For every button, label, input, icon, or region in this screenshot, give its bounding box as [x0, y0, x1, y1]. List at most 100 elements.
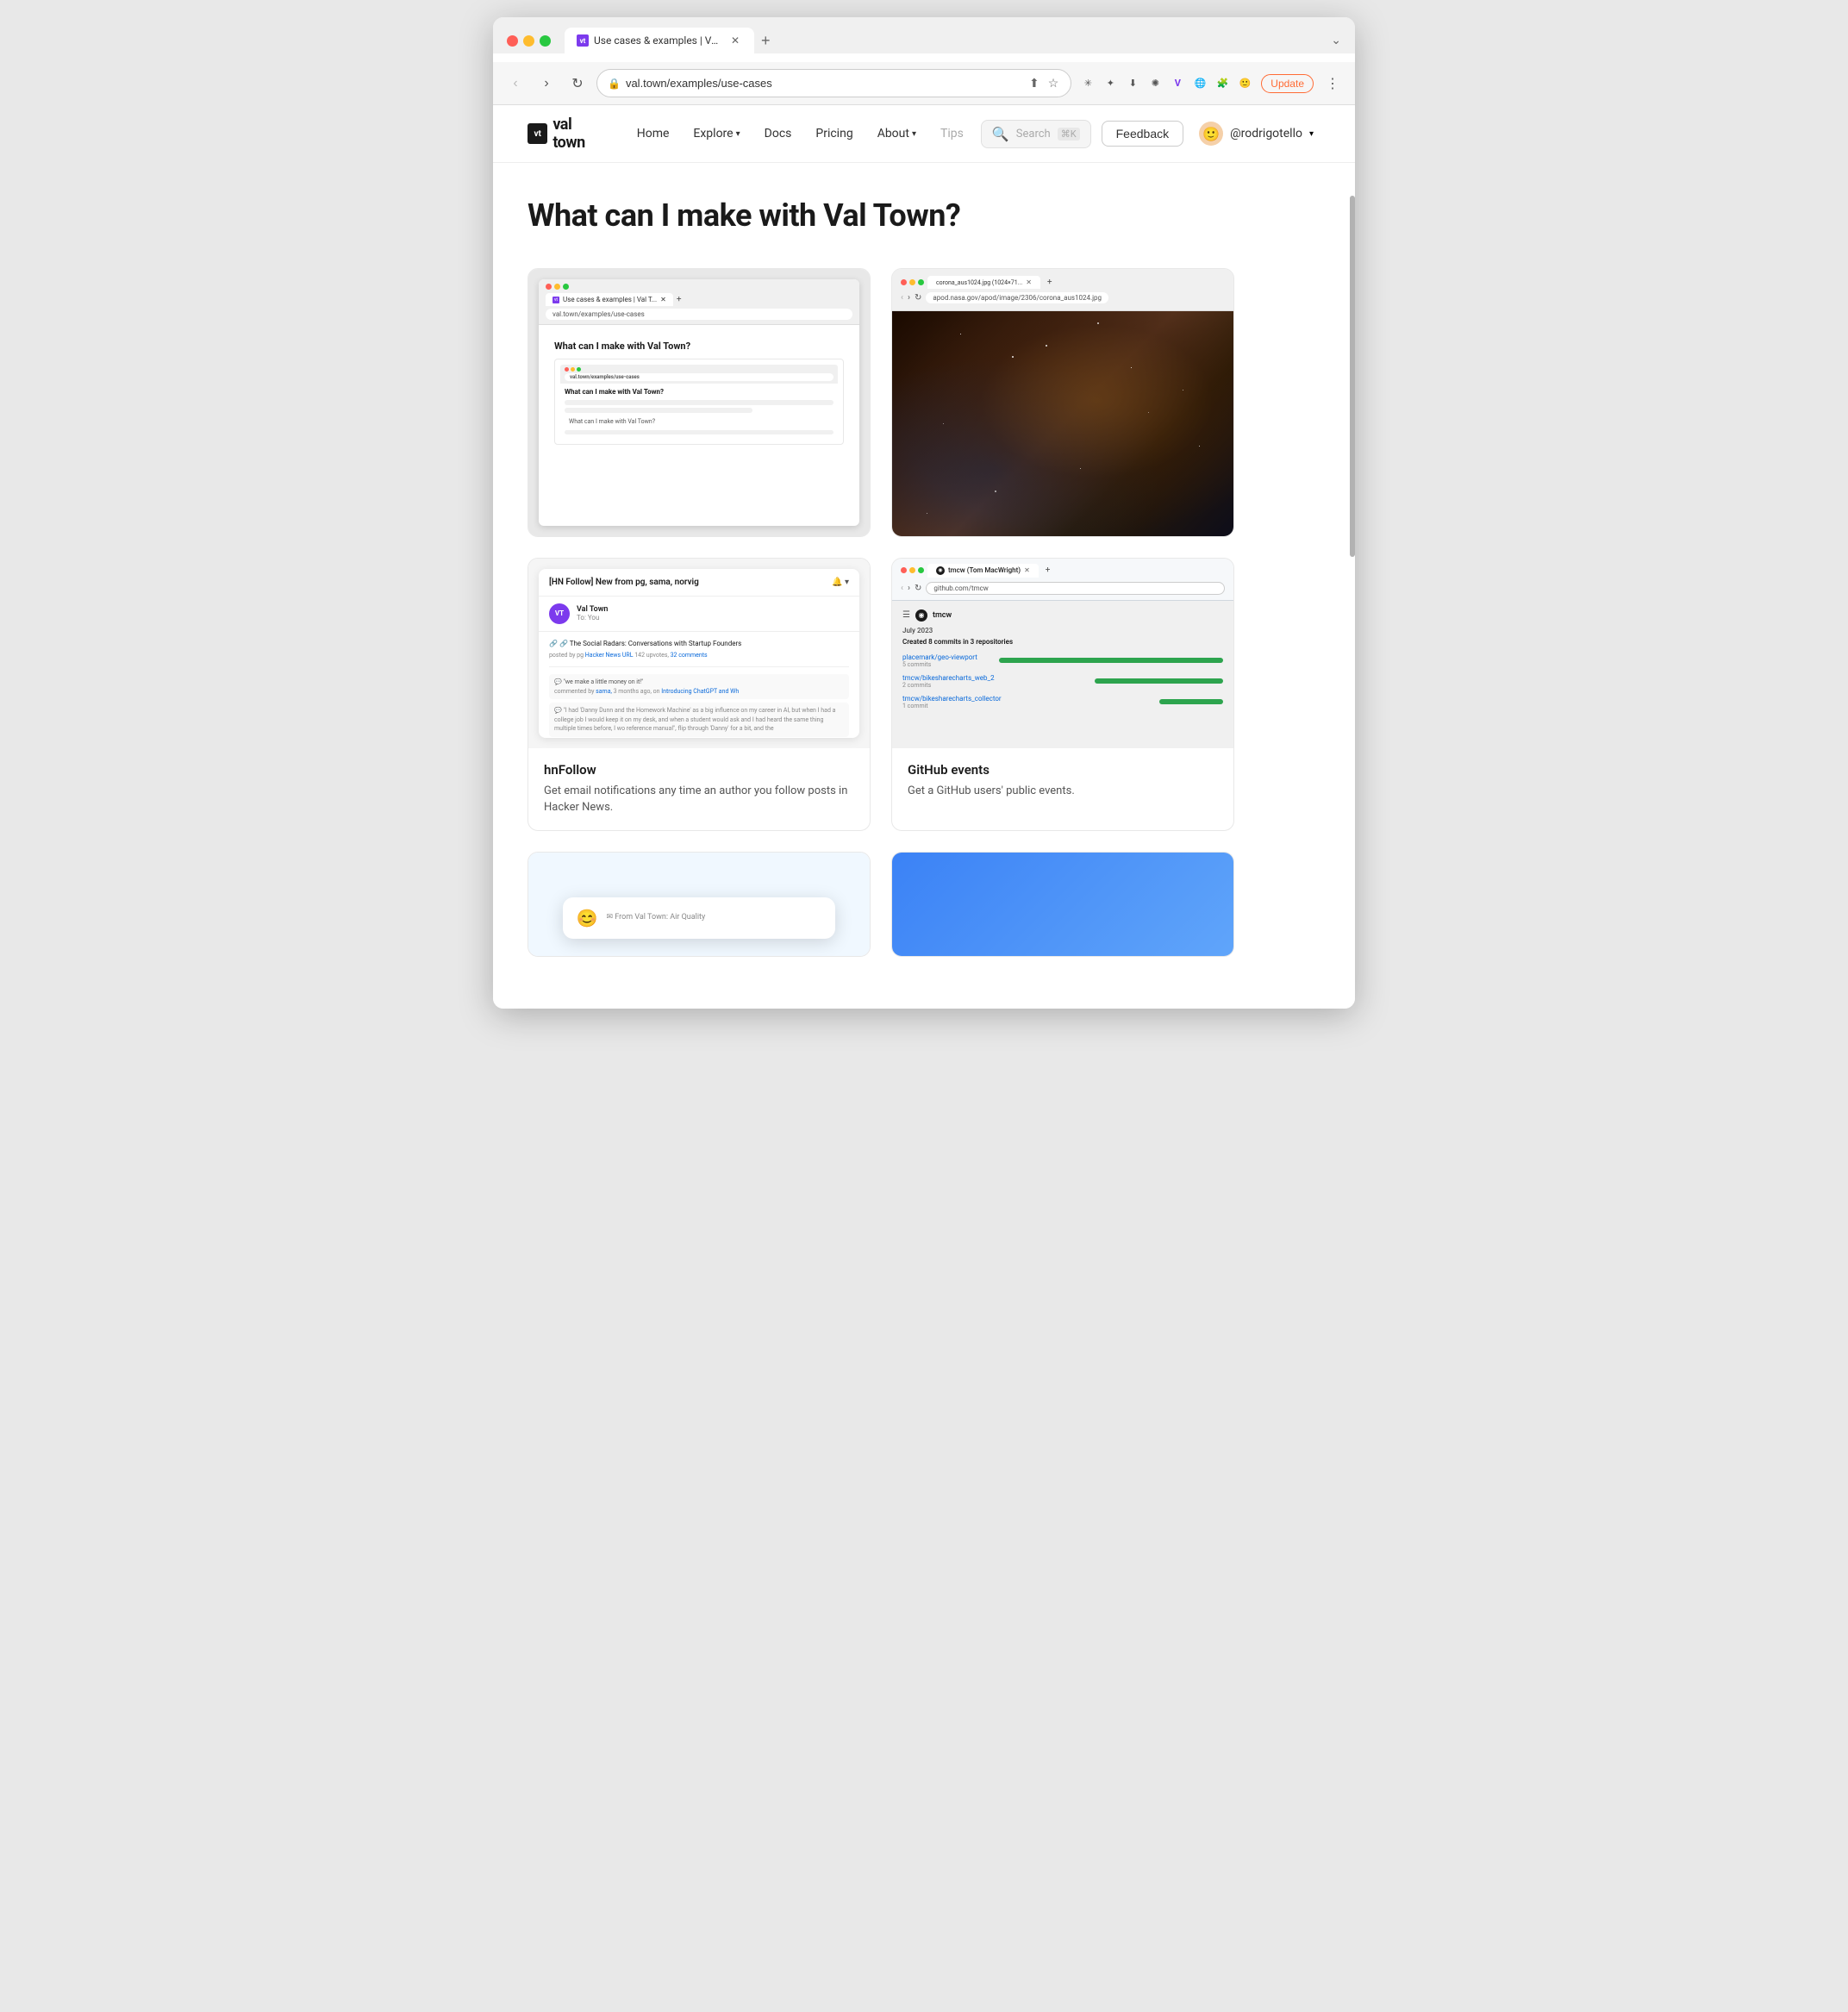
- logo-text: val town: [553, 116, 605, 152]
- back-button[interactable]: ‹: [503, 72, 528, 96]
- card-nasa[interactable]: corona_aus1024.jpg (1024×71... ✕ + ‹ › ↻…: [891, 268, 1234, 537]
- chevron-down-icon: ▾: [736, 129, 740, 139]
- card-desc-hnfollow: Get email notifications any time an auth…: [544, 783, 854, 816]
- main-content: What can I make with Val Town?: [493, 163, 1269, 1009]
- maximize-button[interactable]: [540, 35, 551, 47]
- nav-home[interactable]: Home: [627, 122, 680, 146]
- logo-icon: vt: [528, 123, 547, 144]
- github-tab-title: tmcw (Tom MacWright): [948, 566, 1021, 574]
- github-commits-header: Created 8 commits in 3 repositories: [902, 638, 1223, 646]
- email-subject: [HN Follow] New from pg, sama, norvig: [549, 578, 699, 587]
- username: @rodrigotello: [1230, 127, 1302, 141]
- search-icon: 🔍: [992, 126, 1009, 142]
- ext-v[interactable]: V: [1168, 74, 1187, 93]
- nav-items: Home Explore ▾ Docs Pricing About ▾ Tips: [627, 122, 974, 146]
- tab-title: Use cases & examples | Val To...: [594, 34, 723, 47]
- search-box[interactable]: 🔍 Search ⌘K: [981, 120, 1091, 148]
- share-button[interactable]: ⬆: [1027, 74, 1041, 92]
- browser-window: vt Use cases & examples | Val To... ✕ + …: [493, 17, 1355, 1009]
- ext-puzzle[interactable]: ✳: [1078, 74, 1097, 93]
- nav-about[interactable]: About ▾: [867, 122, 927, 146]
- ext-key[interactable]: ✦: [1101, 74, 1120, 93]
- scrollbar[interactable]: [1350, 196, 1355, 557]
- address-bar[interactable]: 🔒 ⬆ ☆: [596, 69, 1071, 97]
- nav-docs[interactable]: Docs: [754, 122, 802, 146]
- tab-close-button[interactable]: ✕: [728, 34, 742, 47]
- card-recursive[interactable]: vt Use cases & examples | Val T... ✕ + v…: [528, 268, 871, 537]
- browser-titlebar: vt Use cases & examples | Val To... ✕ + …: [507, 28, 1341, 53]
- nav-pricing[interactable]: Pricing: [805, 122, 863, 146]
- notif-emoji: 😊: [577, 908, 598, 928]
- nasa-space-image: [892, 311, 1233, 536]
- nav-explore[interactable]: Explore ▾: [683, 122, 750, 146]
- card-text-hnfollow: hnFollow Get email notifications any tim…: [528, 748, 870, 830]
- card-notification[interactable]: 😊 ✉ From Val Town: Air Quality: [528, 852, 871, 957]
- minimize-button[interactable]: [523, 35, 534, 47]
- email-avatar: VT: [549, 603, 570, 624]
- github-repo-item: tmcw/bikesharecharts_web_2 2 commits: [902, 672, 1223, 692]
- user-avatar: 🙂: [1199, 122, 1223, 146]
- nav-tips: Tips: [930, 122, 974, 146]
- hn-comment1-text: "we make a little money on it!": [563, 678, 643, 685]
- card-placeholder[interactable]: [891, 852, 1234, 957]
- github-repo-item: placemark/geo-viewport 5 commits: [902, 651, 1223, 672]
- update-button[interactable]: Update: [1261, 74, 1314, 93]
- card-github[interactable]: ◉ tmcw (Tom MacWright) ✕ + ‹ › ↻: [891, 558, 1234, 831]
- url-input[interactable]: [626, 77, 1022, 90]
- card-preview-github: ◉ tmcw (Tom MacWright) ✕ + ‹ › ↻: [892, 559, 1233, 748]
- lock-icon: 🔒: [608, 78, 621, 90]
- more-button[interactable]: ⋮: [1320, 72, 1345, 96]
- github-username: tmcw: [933, 611, 952, 620]
- card-text-recursive: What can I make in Val Town? The data fo…: [528, 536, 870, 537]
- notification-bubble: 😊 ✉ From Val Town: Air Quality: [563, 897, 836, 939]
- github-octocat-icon: ◉: [915, 609, 927, 622]
- traffic-lights: [507, 35, 551, 47]
- site-nav: vt val town Home Explore ▾ Docs Pricing …: [493, 105, 1355, 163]
- active-tab[interactable]: vt Use cases & examples | Val To... ✕: [565, 28, 754, 53]
- page-title: What can I make with Val Town?: [528, 197, 1234, 234]
- tabs-row: vt Use cases & examples | Val To... ✕ +: [565, 28, 1324, 53]
- chevron-down-icon-user: ▾: [1309, 129, 1314, 139]
- search-shortcut: ⌘K: [1058, 128, 1080, 141]
- bookmark-button[interactable]: ☆: [1046, 74, 1061, 92]
- card-desc-github: Get a GitHub users' public events.: [908, 783, 1218, 800]
- hn-item-title: 🔗 The Social Radars: Conversations with …: [559, 640, 741, 647]
- card-preview-placeholder: [892, 853, 1233, 956]
- ext-puzzle2[interactable]: 🧩: [1213, 74, 1232, 93]
- reload-button[interactable]: ↻: [565, 72, 590, 96]
- extensions-area: ✳ ✦ ⬇ ✺ V 🌐 🧩 🙂: [1078, 74, 1254, 93]
- card-preview-nasa: corona_aus1024.jpg (1024×71... ✕ + ‹ › ↻…: [892, 269, 1233, 536]
- ext-smiley[interactable]: 🙂: [1235, 74, 1254, 93]
- card-preview-notification: 😊 ✉ From Val Town: Air Quality: [528, 853, 870, 956]
- address-actions: ⬆ ☆: [1027, 74, 1060, 92]
- ext-spark[interactable]: ✺: [1146, 74, 1164, 93]
- search-placeholder: Search: [1016, 128, 1051, 141]
- browser-chrome: vt Use cases & examples | Val To... ✕ + …: [493, 17, 1355, 53]
- card-text-nasa: NASA photo of the day. Returns NASA's As…: [892, 536, 1233, 537]
- notif-from: ✉ From Val Town: Air Quality: [607, 913, 822, 922]
- ext-download[interactable]: ⬇: [1123, 74, 1142, 93]
- window-collapse[interactable]: ⌄: [1331, 34, 1341, 47]
- github-repos-list: placemark/geo-viewport 5 commits tmcw/bi…: [902, 651, 1223, 713]
- ext-globe[interactable]: 🌐: [1190, 74, 1209, 93]
- site-logo[interactable]: vt val town: [528, 116, 606, 152]
- github-month: July 2023: [902, 627, 1223, 634]
- forward-button[interactable]: ›: [534, 72, 559, 96]
- github-url: github.com/tmcw: [926, 582, 1225, 595]
- tab-favicon: vt: [577, 34, 589, 47]
- card-text-github: GitHub events Get a GitHub users' public…: [892, 748, 1233, 814]
- user-menu[interactable]: 🙂 @rodrigotello ▾: [1192, 118, 1320, 149]
- feedback-button[interactable]: Feedback: [1102, 121, 1183, 147]
- card-hnfollow[interactable]: [HN Follow] New from pg, sama, norvig 🔔 …: [528, 558, 871, 831]
- hamburger-icon: ☰: [902, 610, 910, 620]
- card-preview-recursive: vt Use cases & examples | Val T... ✕ + v…: [528, 269, 870, 536]
- email-sender: Val Town: [577, 605, 608, 614]
- bell-icon: 🔔 ▾: [832, 578, 849, 587]
- page-content: vt val town Home Explore ▾ Docs Pricing …: [493, 105, 1355, 1009]
- card-title-hnfollow: hnFollow: [544, 762, 854, 778]
- new-tab-button[interactable]: +: [754, 28, 777, 53]
- card-preview-hnfollow: [HN Follow] New from pg, sama, norvig 🔔 …: [528, 559, 870, 748]
- examples-grid: vt Use cases & examples | Val T... ✕ + v…: [528, 268, 1234, 957]
- browser-toolbar: ‹ › ↻ 🔒 ⬆ ☆ ✳ ✦ ⬇ ✺ V 🌐 🧩 🙂 Update ⋮: [493, 62, 1355, 105]
- close-button[interactable]: [507, 35, 518, 47]
